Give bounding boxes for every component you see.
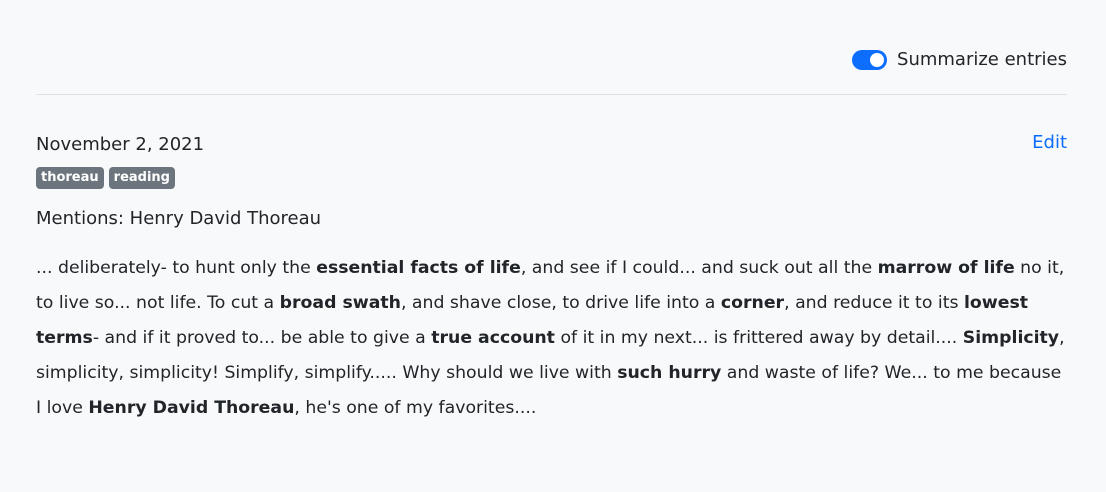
toggle-knob <box>870 53 885 67</box>
highlight-phrase: corner <box>720 293 785 313</box>
tag-list: thoreau reading <box>36 167 1067 189</box>
highlight-phrase: such hurry <box>617 363 722 383</box>
excerpt-text: , and reduce it to its <box>784 293 964 313</box>
excerpt-text: , and shave close, to drive life into a <box>400 293 721 313</box>
highlight-phrase: broad swath <box>279 293 401 313</box>
entry-excerpt: ... deliberately- to hunt only the essen… <box>36 251 1067 426</box>
highlight-phrase: Henry David Thoreau <box>88 398 295 418</box>
excerpt-text: , and see if I could... and suck out all… <box>520 258 878 278</box>
summarize-label[interactable]: Summarize entries <box>897 49 1067 71</box>
tag-badge[interactable]: thoreau <box>36 167 104 189</box>
excerpt-text: , he's one of my favorites.... <box>294 398 537 418</box>
excerpt-text: ... deliberately- to hunt only the <box>36 258 317 278</box>
excerpt-text: - and if it proved to... be able to give… <box>92 328 432 348</box>
mentions-text: Mentions: Henry David Thoreau <box>36 208 322 229</box>
highlight-phrase: Simplicity <box>962 328 1060 348</box>
journal-container: Summarize entries November 2, 2021 Edit … <box>36 0 1067 426</box>
tag-badge[interactable]: reading <box>108 167 175 189</box>
journal-entry: November 2, 2021 Edit thoreau reading Me… <box>36 95 1067 426</box>
edit-link[interactable]: Edit <box>1032 131 1067 155</box>
highlight-phrase: essential facts of life <box>316 258 521 278</box>
entry-date: November 2, 2021 <box>36 134 205 155</box>
toolbar: Summarize entries <box>36 0 1067 95</box>
excerpt-text: of it in my next... is frittered away by… <box>554 328 963 348</box>
highlight-phrase: true account <box>431 328 555 348</box>
toggle-switch[interactable] <box>852 50 888 70</box>
highlight-phrase: marrow of life <box>877 258 1015 278</box>
summarize-toggle[interactable]: Summarize entries <box>852 49 1067 71</box>
